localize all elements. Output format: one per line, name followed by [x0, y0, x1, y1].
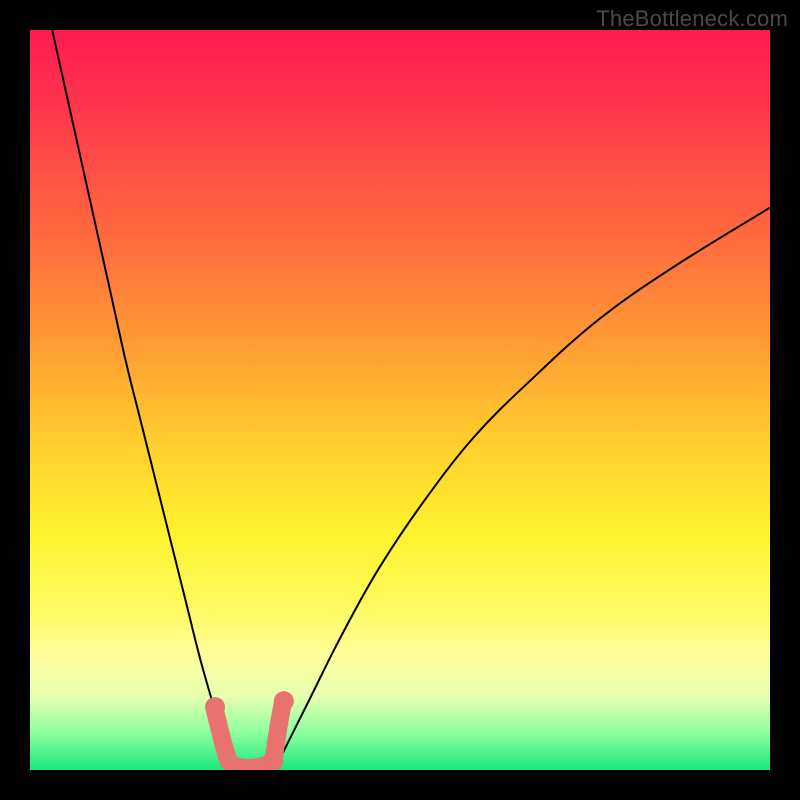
chart-frame: TheBottleneck.com [0, 0, 800, 800]
marker-dot-1 [274, 691, 294, 711]
plot-area [30, 30, 770, 770]
marker-dot-0 [205, 697, 225, 717]
marker-floor-stroke [234, 761, 275, 768]
curve-layer [30, 30, 770, 770]
right-curve [274, 208, 770, 770]
left-curve [52, 30, 233, 770]
marker-left-stroke [215, 711, 228, 761]
valley-markers [205, 691, 294, 768]
watermark-text: TheBottleneck.com [596, 6, 788, 32]
